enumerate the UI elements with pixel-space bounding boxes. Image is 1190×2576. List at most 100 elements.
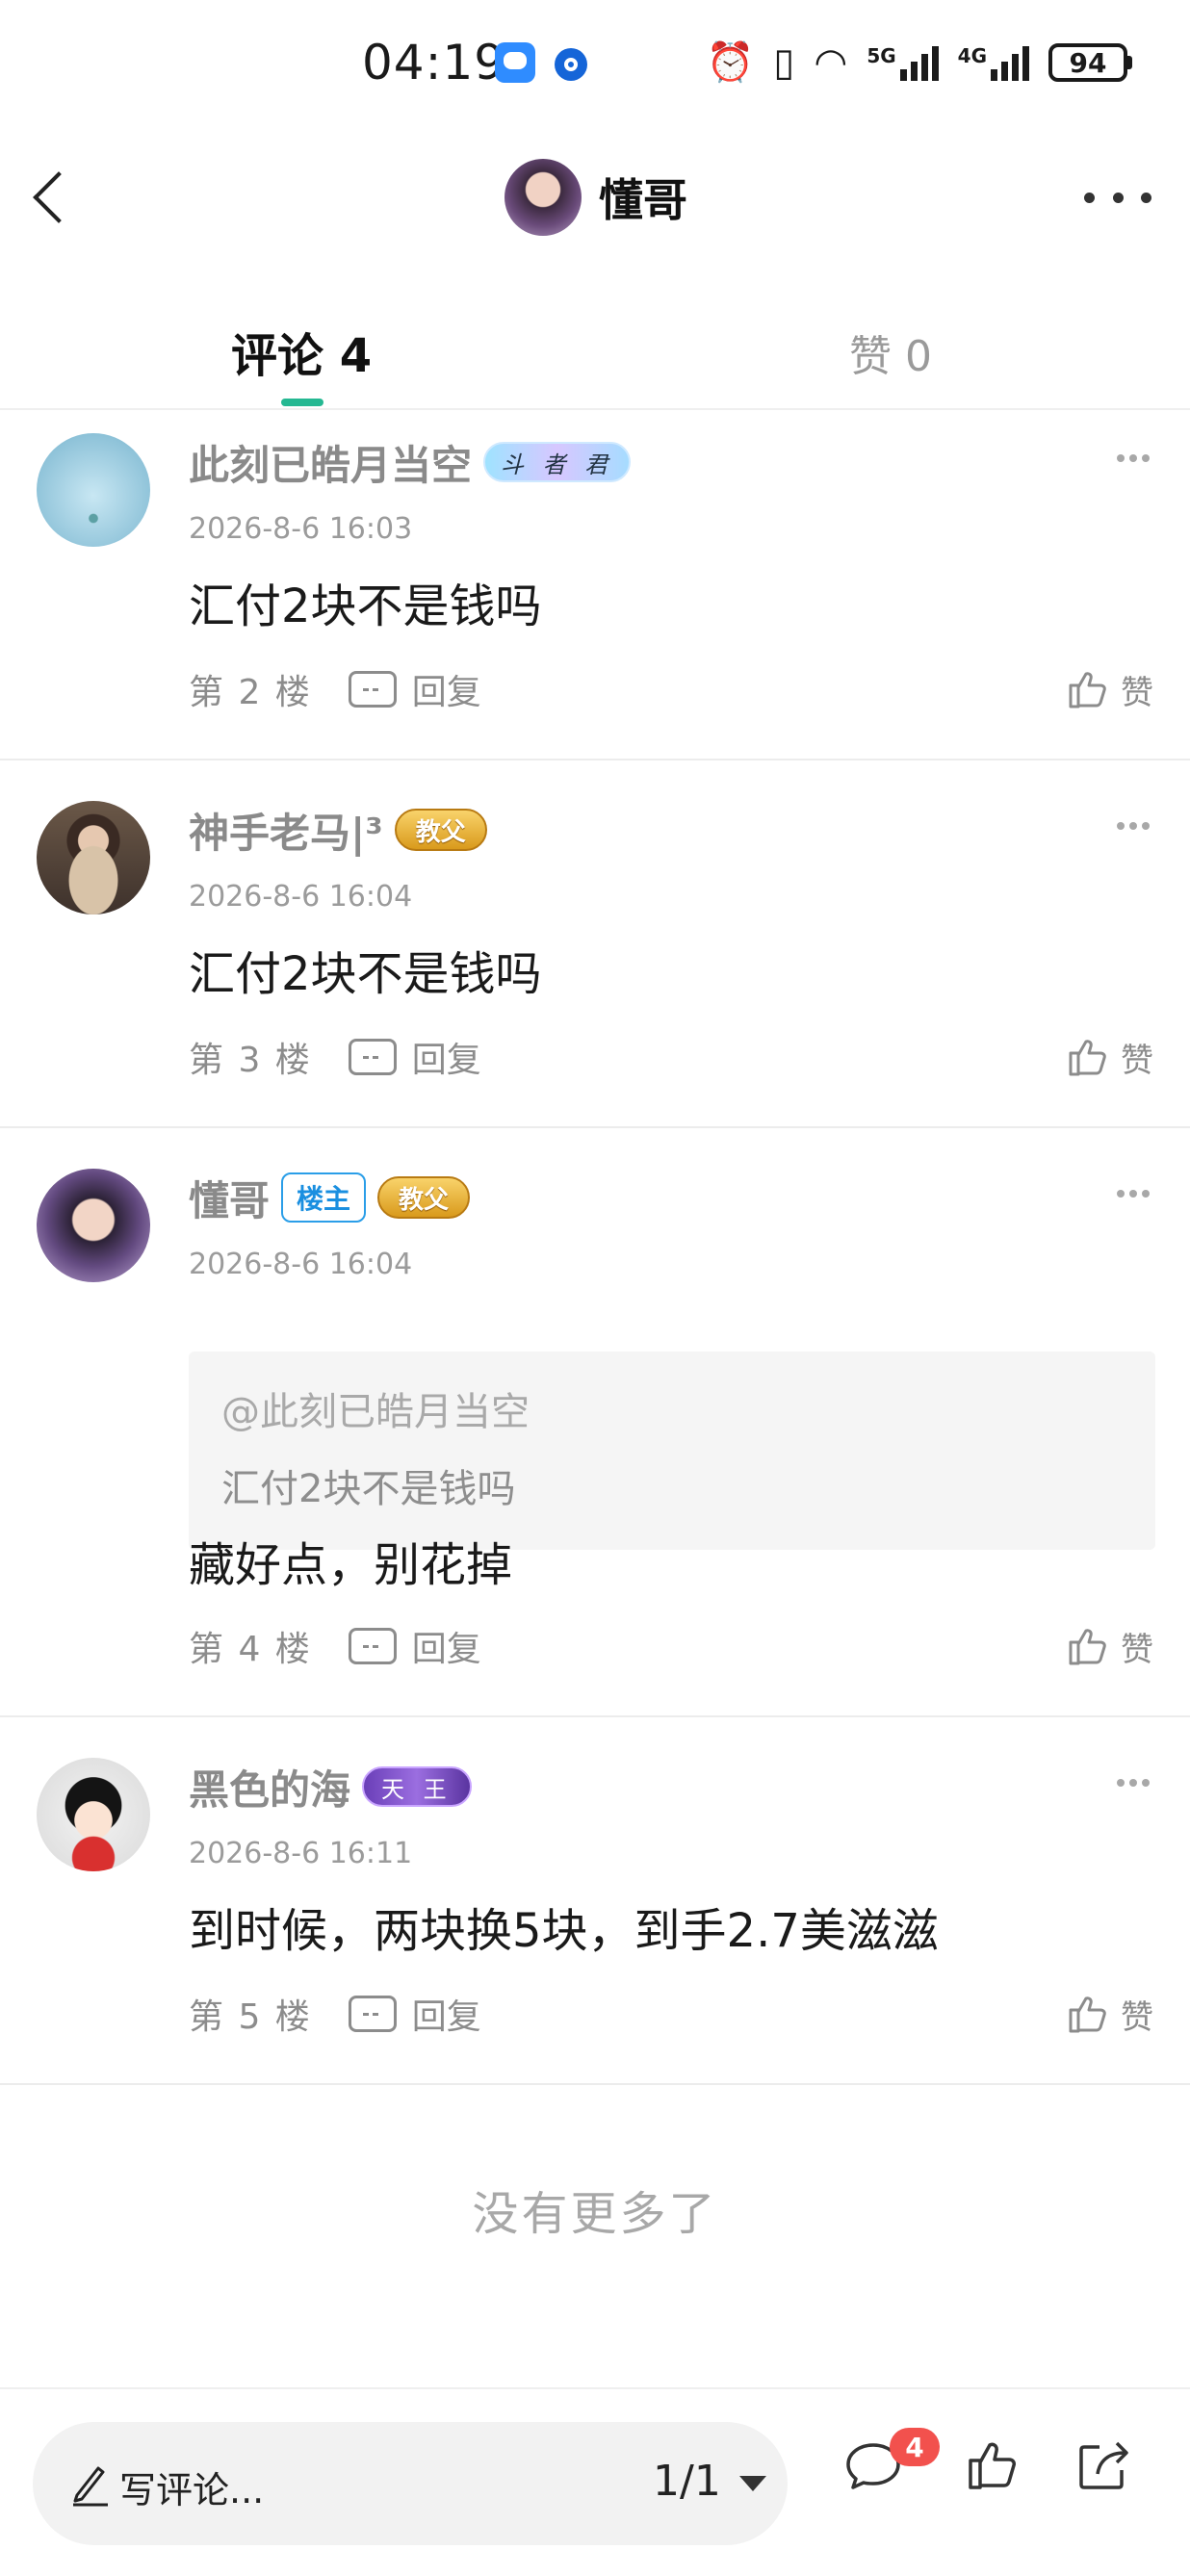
commenter-name[interactable]: 神手老马|³ — [189, 801, 383, 860]
thumbs-up-icon — [1069, 1629, 1106, 1665]
floor-number: 第 4 楼 — [189, 1630, 312, 1669]
quoted-user[interactable]: @此刻已皓月当空 — [221, 1380, 530, 1436]
status-bar: 04:19 ⏰ ▯ ◠ 5G 4G 94 — [0, 0, 1190, 135]
quoted-text: 汇付2块不是钱吗 — [221, 1467, 516, 1511]
reply-icon — [348, 1628, 397, 1664]
comment-more-button[interactable] — [1117, 1779, 1150, 1789]
floor-number: 第 5 楼 — [189, 1997, 312, 2037]
comment-text: 到时候，两块换5块，到手2.7美滋滋 — [189, 1904, 939, 1958]
floor-number: 第 3 楼 — [189, 1041, 312, 1080]
quoted-comment[interactable]: @此刻已皓月当空 汇付2块不是钱吗 — [189, 1352, 1155, 1550]
alarm-icon: ⏰ — [706, 40, 755, 85]
comment-text: 汇付2块不是钱吗 — [189, 947, 542, 1001]
level-badge: 教父 — [394, 809, 487, 851]
write-comment-placeholder: 写评论... — [119, 2469, 265, 2512]
like-button[interactable]: 赞 — [1065, 660, 1153, 718]
reply-icon — [348, 1996, 397, 2032]
like-button[interactable]: 赞 — [1065, 1028, 1153, 1086]
comment-time: 2026-8-6 16:03 — [189, 512, 413, 546]
like-label: 赞 — [1121, 1997, 1153, 2037]
comment-time: 2026-8-6 16:04 — [189, 880, 413, 914]
avatar[interactable] — [37, 433, 150, 547]
reply-button[interactable]: 回复 — [348, 664, 481, 714]
commenter-name[interactable]: 此刻已皓月当空 — [189, 433, 472, 492]
thread-comment-page: 04:19 ⏰ ▯ ◠ 5G 4G 94 懂哥 评论 4 赞 0 此刻已皓月当空… — [0, 0, 1190, 2576]
like-label: 赞 — [1121, 1630, 1153, 1669]
thumbs-up-icon — [1069, 1040, 1106, 1076]
tab-bar: 评论 4 赞 0 — [0, 289, 1190, 410]
reply-button[interactable]: 回复 — [348, 1989, 481, 2039]
comment-footer: 第 2 楼 回复 — [189, 660, 481, 718]
comment-item: 神手老马|³ 教父 2026-8-6 16:04 汇付2块不是钱吗 第 3 楼 … — [0, 780, 1190, 1128]
status-time: 04:19 — [362, 35, 506, 90]
thumbs-up-icon — [1069, 672, 1106, 708]
comment-count-badge: 4 — [890, 2428, 940, 2466]
level-badge: 教父 — [377, 1176, 471, 1219]
comment-item: 懂哥 楼主 教父 2026-8-6 16:04 @此刻已皓月当空 汇付2块不是钱… — [0, 1147, 1190, 1717]
comment-text: 藏好点，别花掉 — [189, 1538, 513, 1592]
level-badge: 天 王 — [362, 1766, 472, 1807]
comment-header: 懂哥 楼主 教父 — [189, 1169, 471, 1227]
comment-item: 黑色的海 天 王 2026-8-6 16:11 到时候，两块换5块，到手2.7美… — [0, 1737, 1190, 2085]
back-button[interactable] — [19, 164, 87, 231]
like-button[interactable]: 赞 — [1065, 1617, 1153, 1675]
tab-comments[interactable]: 评论 4 — [231, 318, 372, 385]
avatar[interactable] — [37, 1169, 150, 1282]
reply-label: 回复 — [411, 1041, 481, 1080]
comment-header: 神手老马|³ 教父 — [189, 801, 487, 859]
bottom-action-bar: 写评论... 1/1 — [0, 2387, 1190, 2576]
write-comment-input[interactable]: 写评论... 1/1 — [33, 2422, 788, 2545]
reply-icon — [348, 1039, 397, 1075]
signal-bars-icon — [899, 44, 939, 81]
like-label: 赞 — [1121, 1041, 1153, 1080]
comment-more-button[interactable] — [1117, 454, 1150, 464]
reply-button[interactable]: 回复 — [348, 1032, 481, 1082]
comment-header: 黑色的海 天 王 — [189, 1758, 472, 1816]
comment-more-button[interactable] — [1117, 822, 1150, 832]
like-button[interactable]: 赞 — [1065, 1985, 1153, 2043]
comment-header: 此刻已皓月当空 斗 者 君 — [189, 433, 632, 492]
signal-4g: 4G — [958, 44, 1029, 81]
comment-text: 汇付2块不是钱吗 — [189, 580, 542, 633]
end-of-list-note: 没有更多了 — [472, 2187, 718, 2241]
app-notification-icon — [555, 48, 587, 81]
pen-icon — [73, 2466, 108, 2507]
signal-5g: 5G — [867, 44, 939, 81]
share-icon[interactable] — [1071, 2432, 1138, 2499]
floor-number: 第 2 楼 — [189, 673, 312, 712]
comment-time: 2026-8-6 16:11 — [189, 1837, 413, 1870]
more-options-button[interactable] — [1084, 183, 1151, 212]
thumbs-up-icon — [1069, 1996, 1106, 2033]
thumbs-up-icon[interactable] — [959, 2432, 1026, 2499]
tab-likes[interactable]: 赞 0 — [849, 322, 932, 383]
reply-button[interactable]: 回复 — [348, 1621, 481, 1671]
level-badge: 斗 者 君 — [483, 442, 632, 482]
reply-label: 回复 — [411, 1997, 481, 2037]
comment-footer: 第 5 楼 回复 — [189, 1985, 481, 2043]
reply-label: 回复 — [411, 673, 481, 712]
avatar[interactable] — [37, 801, 150, 914]
reply-label: 回复 — [411, 1630, 481, 1669]
status-indicators: ⏰ ▯ ◠ 5G 4G 94 — [707, 39, 1132, 87]
wifi-icon: ◠ — [814, 40, 848, 85]
like-label: 赞 — [1121, 673, 1153, 712]
owner-badge: 楼主 — [281, 1172, 367, 1223]
vibrate-icon: ▯ — [773, 40, 795, 85]
comment-more-button[interactable] — [1117, 1190, 1150, 1199]
reply-icon — [348, 671, 397, 708]
chevron-down-icon[interactable] — [739, 2476, 766, 2491]
author-avatar[interactable] — [504, 159, 582, 236]
top-nav-bar: 懂哥 — [0, 144, 1190, 250]
signal-bars-icon — [991, 44, 1029, 81]
comment-footer: 第 4 楼 回复 — [189, 1617, 481, 1675]
avatar[interactable] — [37, 1758, 150, 1871]
comment-time: 2026-8-6 16:04 — [189, 1248, 413, 1281]
comment-item: 此刻已皓月当空 斗 者 君 2026-8-6 16:03 汇付2块不是钱吗 第 … — [0, 412, 1190, 760]
chat-app-icon — [495, 42, 535, 83]
page-indicator[interactable]: 1/1 — [653, 2457, 721, 2506]
page-title[interactable]: 懂哥 — [599, 166, 687, 229]
commenter-name[interactable]: 黑色的海 — [189, 1758, 350, 1816]
battery-icon: 94 — [1048, 43, 1132, 82]
commenter-name[interactable]: 懂哥 — [189, 1169, 270, 1227]
battery-level: 94 — [1048, 43, 1127, 82]
